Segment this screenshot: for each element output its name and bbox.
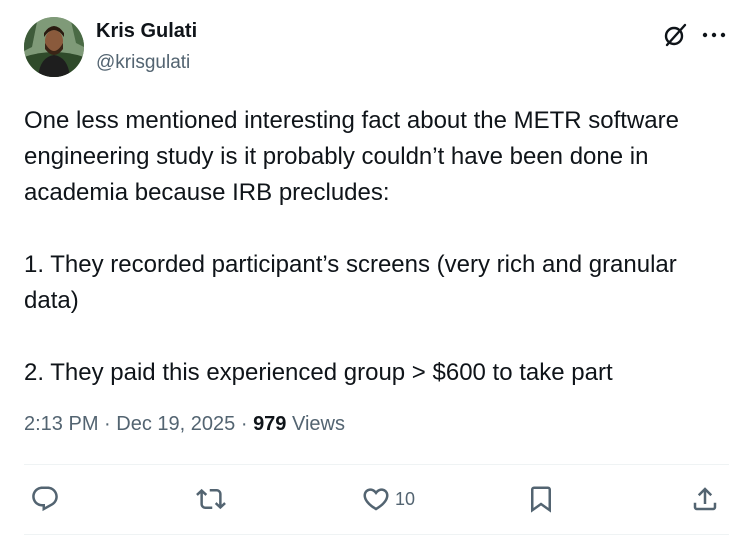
action-bar: 10 xyxy=(24,474,733,530)
retweet-button[interactable] xyxy=(196,484,226,514)
tweet-text: One less mentioned interesting fact abou… xyxy=(24,103,734,391)
more-icon[interactable] xyxy=(700,22,728,48)
tweet-paragraph: One less mentioned interesting fact abou… xyxy=(24,107,679,206)
heart-icon xyxy=(363,488,389,511)
tweet-paragraph: 2. They paid this experienced group > $6… xyxy=(24,359,613,386)
divider xyxy=(24,464,729,465)
divider xyxy=(24,534,729,535)
tweet-date[interactable]: Dec 19, 2025 xyxy=(116,413,235,435)
author-name[interactable]: Kris Gulati xyxy=(96,20,197,43)
avatar[interactable] xyxy=(24,17,84,77)
like-count: 10 xyxy=(395,488,416,509)
meta-separator: · xyxy=(104,413,111,435)
retweet-icon xyxy=(196,488,226,510)
bookmark-icon xyxy=(531,486,551,513)
like-button[interactable]: 10 xyxy=(361,484,415,514)
tweet-meta: 2:13 PM · Dec 19, 2025 · 979 Views xyxy=(24,413,345,436)
share-icon xyxy=(693,487,717,511)
reply-button[interactable] xyxy=(30,484,60,514)
reply-icon xyxy=(32,486,58,512)
meta-separator: · xyxy=(240,413,248,435)
bookmark-button[interactable] xyxy=(526,484,556,514)
share-button[interactable] xyxy=(690,484,720,514)
tweet-time[interactable]: 2:13 PM xyxy=(24,413,98,435)
tweet-paragraph: 1. They recorded participant’s screens (… xyxy=(24,251,677,314)
grok-icon[interactable] xyxy=(662,22,688,48)
author-handle[interactable]: @krisgulati xyxy=(96,52,190,74)
views-label: Views xyxy=(292,413,345,435)
views-count: 979 xyxy=(253,413,287,435)
